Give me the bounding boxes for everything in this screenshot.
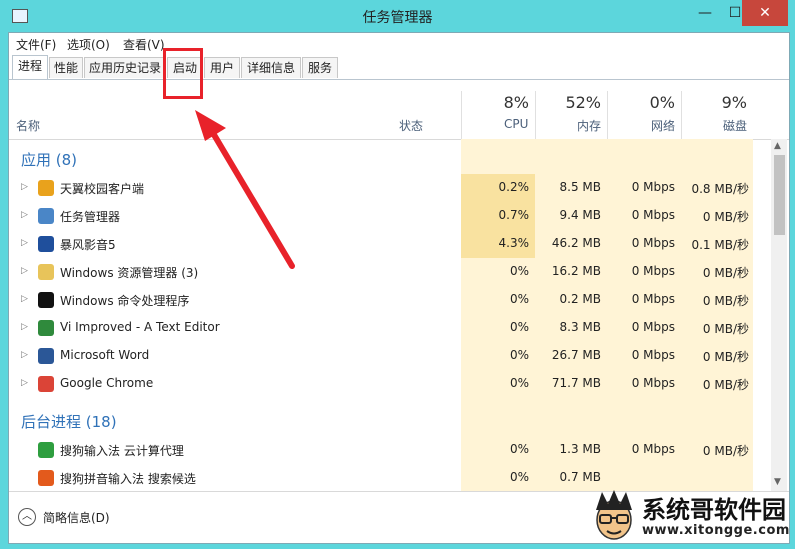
task-manager-window: 任务管理器 — ☐ ✕ 文件(F) 选项(O) 查看(V) 进程 性能 应用历史… — [0, 0, 795, 549]
arrow-shaft — [207, 125, 295, 269]
red-arrow-annotation — [195, 110, 295, 269]
watermark: 系统哥软件园 www.xitongge.com — [590, 490, 795, 549]
watermark-url: www.xitongge.com — [642, 523, 790, 538]
arrow-head — [195, 110, 226, 141]
watermark-title: 系统哥软件园 — [642, 496, 786, 524]
mascot-face-icon — [596, 490, 632, 540]
